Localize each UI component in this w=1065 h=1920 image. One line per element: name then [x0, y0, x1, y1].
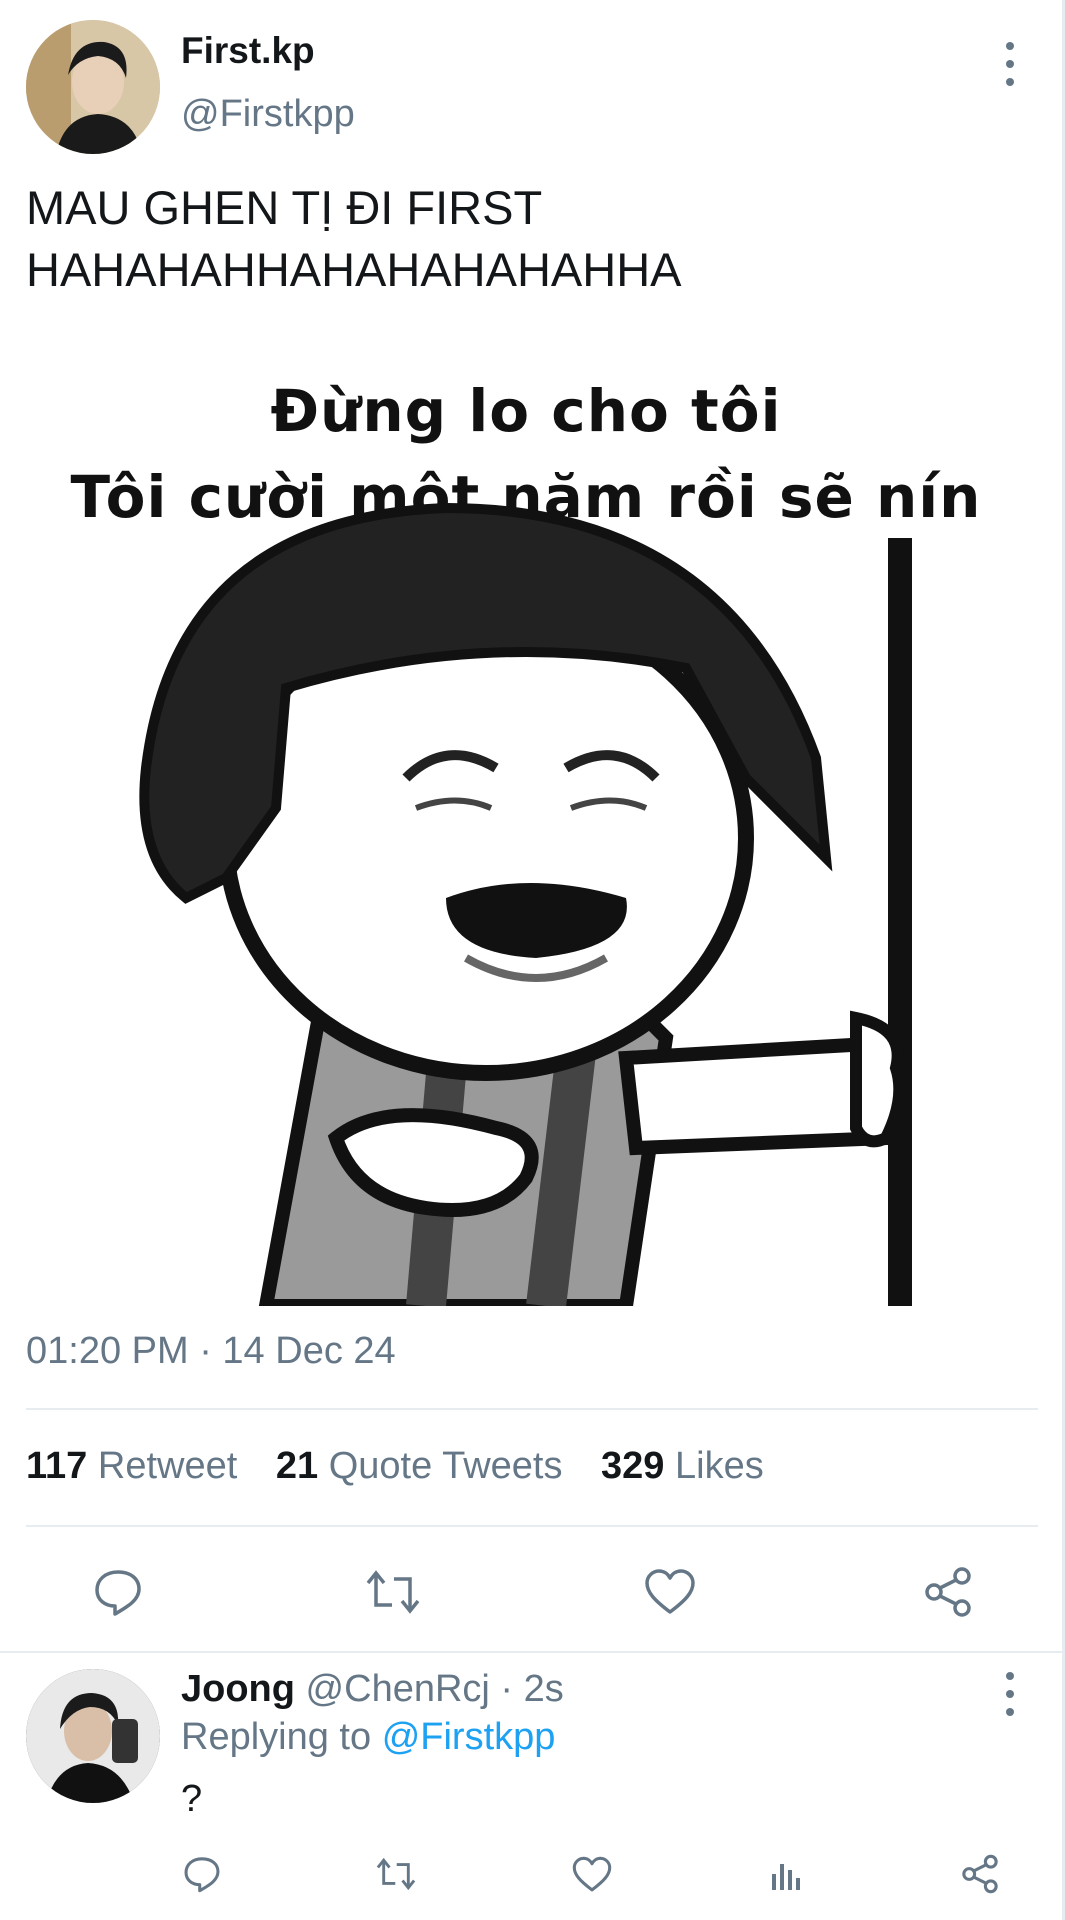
tweet-stats: 117 Retweet 21 Quote Tweets 329 Likes [26, 1445, 792, 1488]
reply-retweet-icon[interactable] [374, 1852, 418, 1896]
tweet-detail-page: First.kp @Firstkpp MAU GHEN TỊ ĐI FIRST … [0, 0, 1065, 1920]
author-handle[interactable]: @Firstkpp [181, 93, 355, 136]
tweet-media-image[interactable]: Đừng lo cho tôi Tôi cười một năm rồi sẽ … [26, 338, 1026, 1306]
retweet-count[interactable]: 117 [26, 1445, 87, 1487]
author-display-name[interactable]: First.kp [181, 30, 315, 72]
reply-author-meta[interactable]: @ChenRcj · 2s [306, 1668, 564, 1710]
analytics-icon[interactable] [764, 1852, 808, 1896]
like-icon[interactable] [640, 1562, 700, 1622]
replying-to-prefix: Replying to [181, 1716, 372, 1758]
reply-author-avatar[interactable] [26, 1669, 160, 1803]
retweet-icon[interactable] [363, 1562, 423, 1622]
reply-header: Joong @ChenRcj · 2s [181, 1668, 564, 1711]
author-avatar[interactable] [26, 20, 160, 154]
quote-tweets-count[interactable]: 21 [276, 1445, 318, 1487]
reply-like-icon[interactable] [570, 1852, 614, 1896]
tweet-timestamp[interactable]: 01:20 PM · 14 Dec 24 [26, 1330, 396, 1373]
reply-text: ? [181, 1778, 203, 1820]
retweet-label[interactable]: Retweet [98, 1445, 237, 1487]
divider [26, 1408, 1038, 1410]
more-options-icon[interactable] [993, 42, 1027, 86]
reply-icon[interactable] [88, 1562, 148, 1622]
reply-avatar-image [26, 1669, 160, 1803]
reply-author-name[interactable]: Joong [181, 1668, 295, 1710]
likes-label[interactable]: Likes [675, 1445, 764, 1487]
reply-more-options-icon[interactable] [993, 1672, 1027, 1716]
author-avatar-image [26, 20, 160, 154]
replying-to: Replying to @Firstkpp [181, 1716, 555, 1759]
reply-share-icon[interactable] [958, 1852, 1002, 1896]
reply-reply-icon[interactable] [180, 1852, 224, 1896]
divider [0, 1651, 1065, 1653]
replying-to-mention[interactable]: @Firstkpp [382, 1716, 556, 1758]
divider [26, 1525, 1038, 1527]
tweet-text-line: MAU GHEN TỊ ĐI FIRST [26, 181, 543, 234]
quote-tweets-label[interactable]: Quote Tweets [329, 1445, 563, 1487]
tweet-text: MAU GHEN TỊ ĐI FIRST HAHAHAHHAHAHAHAHAHH… [26, 177, 1026, 301]
tweet-text-line: HAHAHAHHAHAHAHAHAHHA [26, 243, 682, 296]
meme-drawing [139, 502, 912, 1306]
likes-count[interactable]: 329 [601, 1445, 664, 1487]
share-icon[interactable] [918, 1562, 978, 1622]
